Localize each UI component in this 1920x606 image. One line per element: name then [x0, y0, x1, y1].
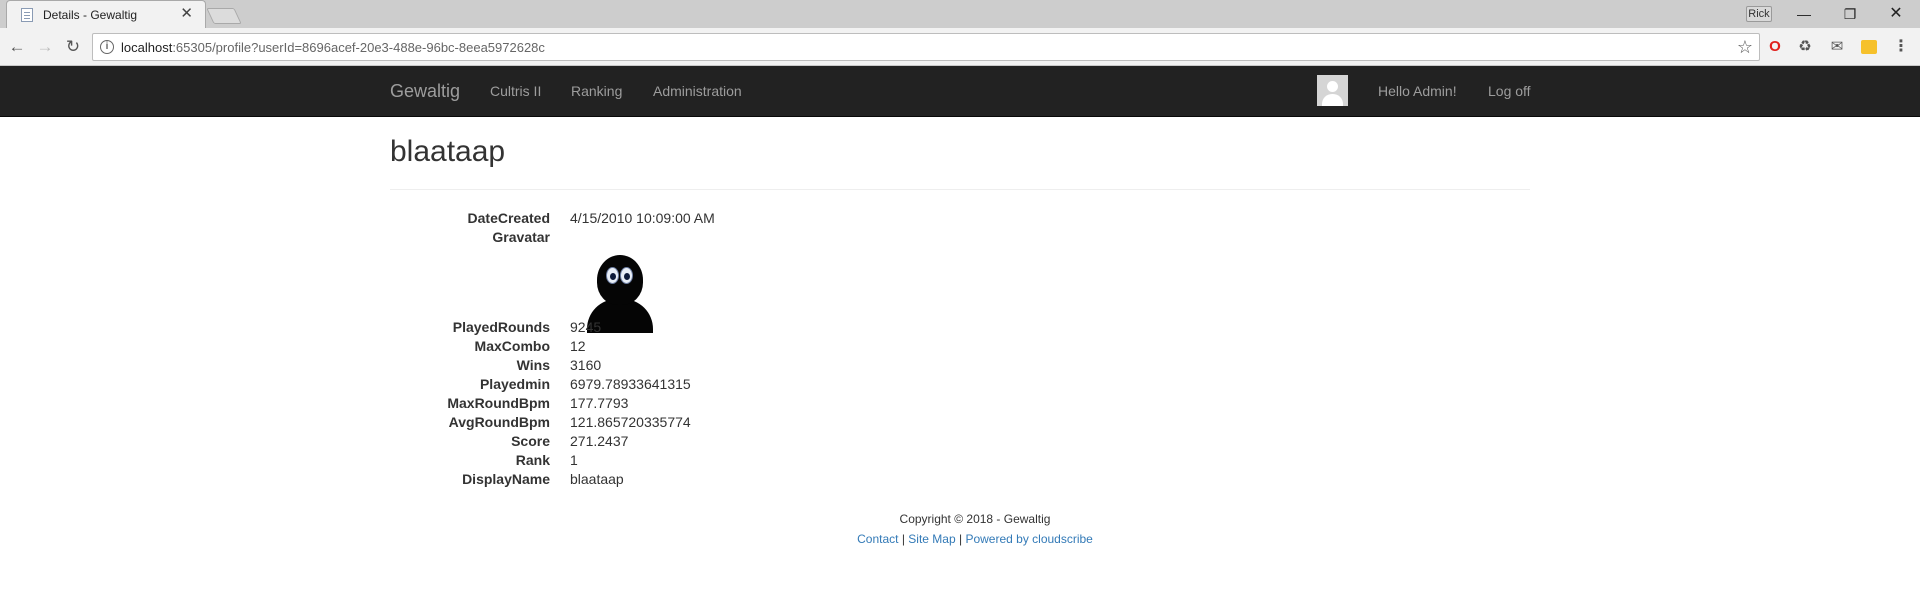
detail-row-wins: Wins 3160 [390, 357, 890, 376]
detail-label: DateCreated [467, 210, 550, 226]
nav-link-cultris[interactable]: Cultris II [490, 83, 541, 99]
detail-label: Score [511, 433, 550, 449]
detail-label: Playedmin [479, 376, 550, 392]
detail-label: AvgRoundBpm [448, 414, 550, 430]
browser-toolbar: ← → ↻ i localhost:65305/profile?userId=8… [0, 28, 1920, 66]
notes-extension-icon[interactable] [1858, 36, 1880, 58]
footer-copyright: Copyright © 2018 - Gewaltig [899, 512, 1051, 526]
close-window-button[interactable]: ✕ [1876, 2, 1916, 26]
page-title: blaataap [390, 135, 506, 168]
footer-separator: | [955, 532, 966, 546]
browser-tab[interactable]: Details - Gewaltig ✕ [6, 0, 206, 28]
title-divider [390, 189, 1530, 190]
detail-label: DisplayName [462, 471, 550, 487]
detail-value: 3160 [570, 357, 602, 373]
user-greeting-link[interactable]: Hello Admin! [1378, 83, 1457, 99]
footer-link-site-map[interactable]: Site Map [908, 532, 955, 546]
detail-label: MaxRoundBpm [447, 395, 550, 411]
avatar-head-shape [1327, 81, 1338, 92]
detail-label: Wins [516, 357, 550, 373]
gravatar-eye-left [606, 267, 619, 284]
footer-link-contact[interactable]: Contact [857, 532, 898, 546]
url-text[interactable]: localhost:65305/profile?userId=8696acef-… [121, 40, 545, 55]
site-navbar: Gewaltig Cultris II Ranking Administrati… [0, 66, 1920, 117]
logoff-link[interactable]: Log off [1488, 83, 1531, 99]
opera-extension-icon[interactable]: O [1764, 36, 1786, 58]
detail-value: 6979.78933641315 [570, 376, 691, 392]
detail-row-played-rounds: PlayedRounds 9245 [390, 319, 890, 338]
recycle-extension-icon[interactable]: ♻ [1794, 36, 1816, 58]
footer-separator: | [898, 532, 909, 546]
footer-links: Contact | Site Map | Powered by cloudscr… [0, 532, 1920, 546]
avatar-body-shape [1322, 94, 1343, 106]
mail-extension-icon[interactable]: ✉ [1826, 36, 1848, 58]
info-icon[interactable]: i [100, 40, 114, 54]
detail-value: 4/15/2010 10:09:00 AM [570, 210, 715, 226]
detail-row-score: Score 271.2437 [390, 433, 890, 452]
detail-label: MaxCombo [474, 338, 550, 354]
menu-icon[interactable]: ⋮ [1890, 36, 1912, 58]
detail-row-max-combo: MaxCombo 12 [390, 338, 890, 357]
detail-label: PlayedRounds [452, 319, 550, 335]
url-host: localhost [121, 40, 173, 55]
new-tab-button[interactable] [206, 8, 242, 24]
detail-value: 121.865720335774 [570, 414, 691, 430]
browser-tabstrip: Details - Gewaltig ✕ Rick — ❐ ✕ [0, 0, 1920, 28]
user-avatar[interactable] [1317, 75, 1348, 106]
detail-row-max-round-bpm: MaxRoundBpm 177.7793 [390, 395, 890, 414]
page-favicon-icon [21, 8, 33, 22]
detail-row-avg-round-bpm: AvgRoundBpm 121.865720335774 [390, 414, 890, 433]
nav-link-administration[interactable]: Administration [653, 83, 742, 99]
gravatar-eye-right [620, 267, 633, 284]
brand-link[interactable]: Gewaltig [390, 81, 460, 102]
nav-link-ranking[interactable]: Ranking [571, 83, 622, 99]
detail-row-date-created: DateCreated 4/15/2010 10:09:00 AM [390, 210, 890, 229]
address-bar[interactable]: i localhost:65305/profile?userId=8696ace… [92, 33, 1760, 61]
footer-link-powered-by[interactable]: Powered by cloudscribe [965, 532, 1092, 546]
detail-value: 177.7793 [570, 395, 629, 411]
back-arrow-icon[interactable]: ← [6, 36, 28, 58]
reload-icon[interactable]: ↻ [62, 36, 84, 58]
detail-value: 12 [570, 338, 586, 354]
detail-row-rank: Rank 1 [390, 452, 890, 471]
url-path: :65305/profile?userId=8696acef-20e3-488e… [172, 40, 545, 55]
detail-value: blaataap [570, 471, 624, 487]
detail-label: Rank [515, 452, 550, 468]
bookmark-star-icon[interactable]: ☆ [1737, 37, 1753, 58]
detail-row-playedmin: Playedmin 6979.78933641315 [390, 376, 890, 395]
detail-value: 9245 [570, 319, 602, 335]
tab-title: Details - Gewaltig [43, 8, 138, 22]
profile-badge[interactable]: Rick [1746, 6, 1772, 22]
detail-row-display-name: DisplayName blaataap [390, 471, 890, 490]
minimize-button[interactable]: — [1784, 2, 1824, 26]
detail-label: Gravatar [492, 229, 550, 245]
detail-row-gravatar: Gravatar [390, 229, 890, 333]
detail-value: 271.2437 [570, 433, 629, 449]
tab-close-icon[interactable]: ✕ [180, 5, 193, 23]
detail-value: 1 [570, 452, 578, 468]
restore-button[interactable]: ❐ [1830, 2, 1870, 26]
forward-arrow-icon[interactable]: → [34, 36, 56, 58]
